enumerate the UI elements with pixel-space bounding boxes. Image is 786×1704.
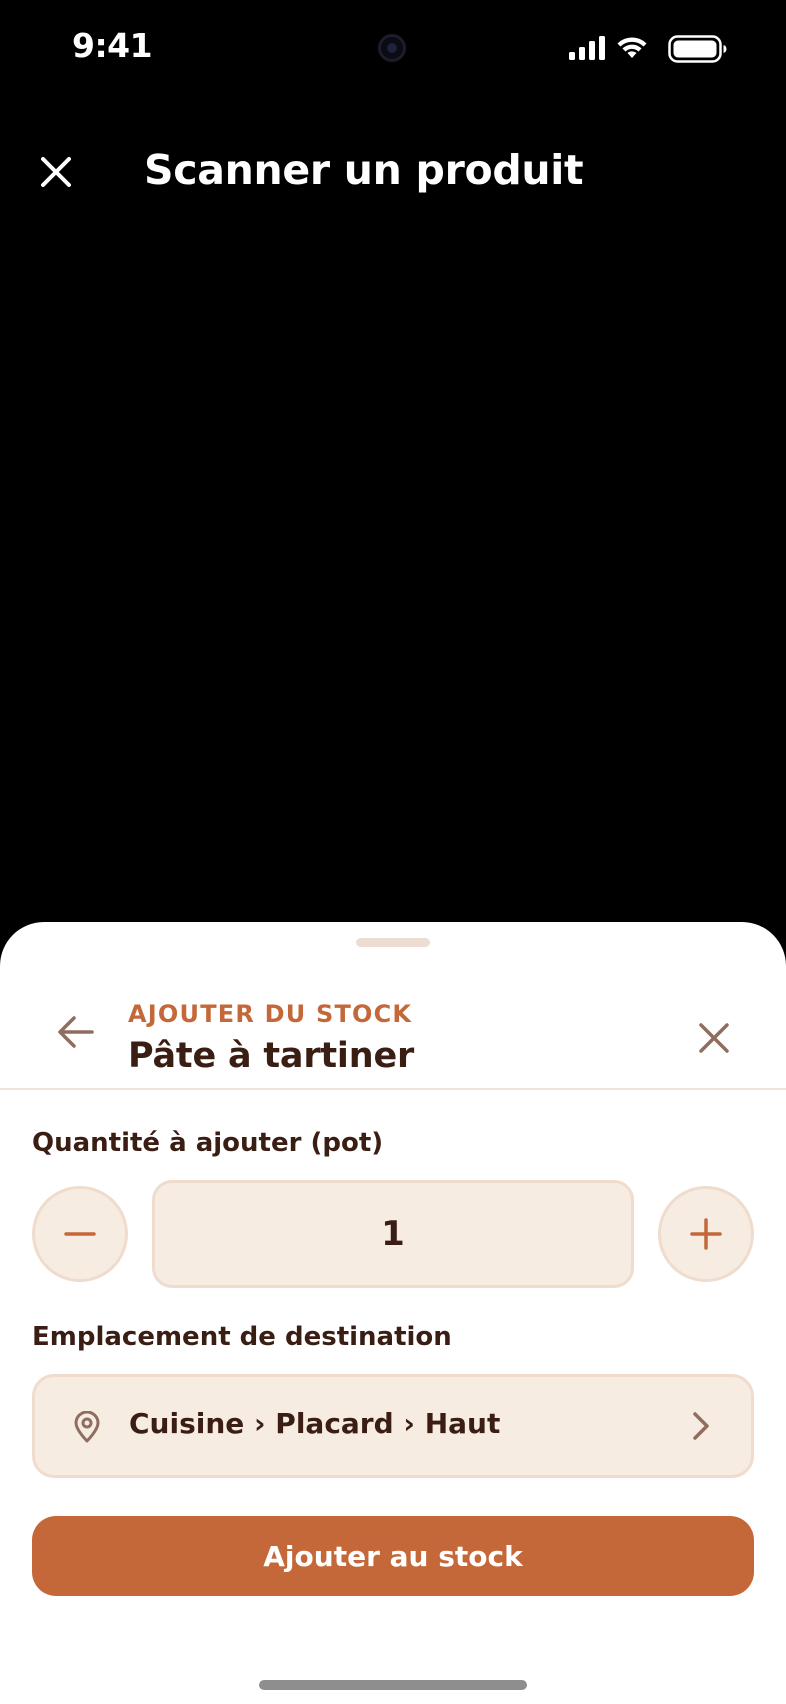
back-button[interactable] [56,1014,96,1058]
status-bar: 9:41 [0,0,786,96]
increment-button[interactable] [658,1186,754,1282]
chevron-right-icon [693,1412,709,1440]
destination-value: Cuisine › Placard › Haut [129,1407,501,1440]
battery-icon [668,35,727,63]
destination-selector[interactable]: Cuisine › Placard › Haut [32,1374,754,1478]
close-scanner-button[interactable] [34,150,78,194]
quantity-label: Quantité à ajouter (pot) [32,1128,384,1158]
product-name: Pâte à tartiner [128,1036,415,1076]
destination-label: Emplacement de destination [32,1322,452,1352]
scanner-top-bar: Scanner un produit [0,130,786,218]
home-indicator[interactable] [259,1680,527,1690]
decrement-button[interactable] [32,1186,128,1282]
signal-icon [569,36,605,60]
minus-icon [64,1232,96,1236]
plus-icon [690,1218,722,1250]
add-stock-sheet: AJOUTER DU STOCK Pâte à tartiner Quantit… [0,922,786,1704]
sheet-eyebrow: AJOUTER DU STOCK [128,1000,413,1028]
close-icon [41,157,71,187]
add-to-stock-button[interactable]: Ajouter au stock [32,1516,754,1596]
front-camera [378,34,406,62]
quantity-input[interactable]: 1 [152,1180,634,1288]
screen-title: Scanner un produit [144,146,584,194]
close-sheet-button[interactable] [696,1020,732,1056]
map-pin-icon [74,1411,100,1443]
close-icon [699,1023,729,1053]
sheet-grabber[interactable] [356,938,430,947]
arrow-left-icon [58,1016,94,1048]
status-time: 9:41 [72,26,153,65]
sheet-header: AJOUTER DU STOCK Pâte à tartiner [0,974,786,1090]
wifi-icon [617,37,647,58]
